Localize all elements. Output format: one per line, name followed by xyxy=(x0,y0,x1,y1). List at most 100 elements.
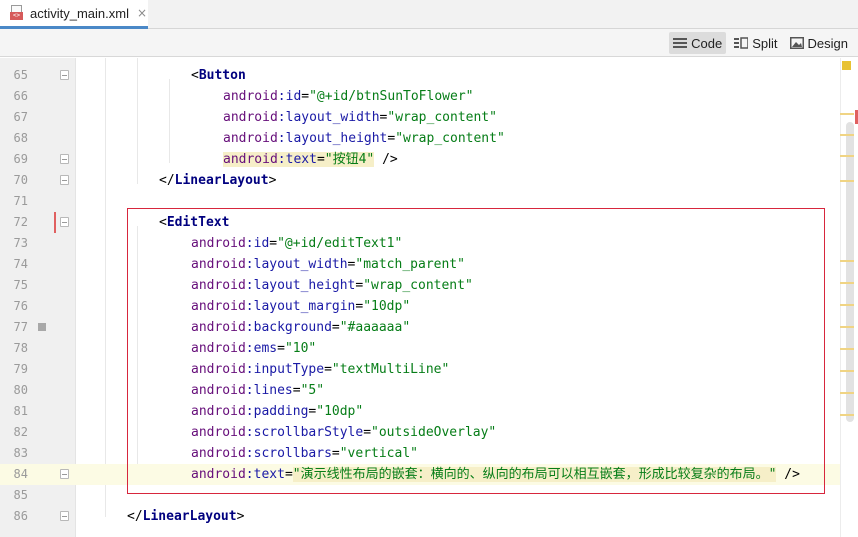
warning-marker[interactable] xyxy=(840,414,854,416)
code-token: Button xyxy=(198,68,246,83)
code-text: </LinearLayout> xyxy=(127,506,244,527)
code-line[interactable]: 74 android:layout_width="match_parent" xyxy=(0,254,840,275)
warning-indicator-icon[interactable] xyxy=(842,61,851,70)
warning-marker[interactable] xyxy=(840,155,854,157)
code-text: android:text="按钮4" /> xyxy=(223,149,398,170)
code-text: android:background="#aaaaaa" xyxy=(191,317,410,338)
line-number: 76 xyxy=(13,299,28,313)
code-text: android:id="@+id/btnSunToFlower" xyxy=(223,86,473,107)
warning-marker[interactable] xyxy=(840,304,854,306)
close-icon[interactable]: × xyxy=(137,6,147,20)
design-mode-button[interactable]: Design xyxy=(786,32,852,54)
code-line[interactable]: 68 android:layout_height="wrap_content" xyxy=(0,128,840,149)
fold-toggle-icon[interactable] xyxy=(60,217,69,227)
line-number: 84 xyxy=(13,467,28,481)
warning-marker[interactable] xyxy=(840,180,854,182)
code-line[interactable]: 75 android:layout_height="wrap_content" xyxy=(0,275,840,296)
image-icon xyxy=(789,37,804,49)
line-number: 80 xyxy=(13,383,28,397)
warning-marker[interactable] xyxy=(840,370,854,372)
split-mode-button[interactable]: Split xyxy=(730,32,781,54)
line-number: 86 xyxy=(13,509,28,523)
code-token: "10" xyxy=(284,341,317,356)
code-token: :scrollbars xyxy=(245,446,332,461)
line-number: 67 xyxy=(13,110,28,124)
code-token: android xyxy=(223,131,278,146)
code-line[interactable]: 67 android:layout_width="wrap_content" xyxy=(0,107,840,128)
code-line[interactable]: 79 android:inputType="textMultiLine" xyxy=(0,359,840,380)
code-token: </ xyxy=(159,173,175,188)
code-line[interactable]: 72 <EditText xyxy=(0,212,840,233)
code-line[interactable]: 82 android:scrollbarStyle="outsideOverlay… xyxy=(0,422,840,443)
warning-marker[interactable] xyxy=(840,282,854,284)
code-token: :background xyxy=(245,320,332,335)
code-token: /> xyxy=(374,152,398,167)
code-line[interactable]: 66 android:id="@+id/btnSunToFlower" xyxy=(0,86,840,107)
code-line[interactable]: 69 android:text="按钮4" /> xyxy=(0,149,840,170)
code-line[interactable]: 76 android:layout_margin="10dp" xyxy=(0,296,840,317)
code-token: = xyxy=(331,446,340,461)
code-token: > xyxy=(268,173,277,188)
code-token: :text xyxy=(245,467,285,482)
code-token: android xyxy=(191,236,246,251)
code-token: android xyxy=(191,341,246,356)
warning-marker[interactable] xyxy=(840,134,854,136)
code-token: "#aaaaaa" xyxy=(339,320,411,335)
code-line[interactable]: 81 android:padding="10dp" xyxy=(0,401,840,422)
warning-marker[interactable] xyxy=(840,392,854,394)
xml-file-icon: <> xyxy=(10,5,24,21)
code-text: android:layout_margin="10dp" xyxy=(191,296,410,317)
line-number: 71 xyxy=(13,194,28,208)
code-token: "vertical" xyxy=(339,446,418,461)
code-text: android:ems="10" xyxy=(191,338,316,359)
code-line[interactable]: 86 </LinearLayout> xyxy=(0,506,840,527)
code-token: :layout_margin xyxy=(245,299,356,314)
code-text: android:text="演示线性布局的嵌套：横向的、纵向的布局可以相互嵌套，… xyxy=(191,464,800,485)
code-token: android xyxy=(191,320,246,335)
code-token: android xyxy=(191,383,246,398)
code-mode-button[interactable]: Code xyxy=(669,32,727,54)
line-number: 74 xyxy=(13,257,28,271)
code-line[interactable]: 78 android:ems="10" xyxy=(0,338,840,359)
code-text: android:layout_height="wrap_content" xyxy=(191,275,473,296)
code-line-current[interactable]: 84 android:text="演示线性布局的嵌套：横向的、纵向的布局可以相互嵌… xyxy=(0,464,840,485)
code-text: <Button xyxy=(191,65,246,86)
code-token: "textMultiLine" xyxy=(331,362,450,377)
code-token: = xyxy=(292,383,301,398)
warning-marker[interactable] xyxy=(840,260,854,262)
fold-toggle-icon[interactable] xyxy=(60,70,69,80)
code-token: android xyxy=(223,152,278,167)
code-line[interactable]: 70 </LinearLayout> xyxy=(0,170,840,191)
warning-marker[interactable] xyxy=(840,348,854,350)
scrollbar-thumb[interactable] xyxy=(846,122,854,422)
code-token: android xyxy=(191,425,246,440)
code-token: "@+id/btnSunToFlower" xyxy=(309,89,474,104)
code-text: android:scrollbars="vertical" xyxy=(191,443,418,464)
code-line[interactable]: 83 android:scrollbars="vertical" xyxy=(0,443,840,464)
code-token: :padding xyxy=(245,404,309,419)
code-line[interactable]: 65 <Button xyxy=(0,65,840,86)
fold-toggle-icon[interactable] xyxy=(60,469,69,479)
code-line[interactable]: 77 android:background="#aaaaaa" xyxy=(0,317,840,338)
code-token: "10dp" xyxy=(316,404,364,419)
code-line[interactable]: 80 android:lines="5" xyxy=(0,380,840,401)
code-line[interactable]: 71 xyxy=(0,191,840,212)
code-token: "10dp" xyxy=(363,299,411,314)
code-token: EditText xyxy=(166,215,230,230)
code-line[interactable]: 85 xyxy=(0,485,840,506)
code-editor[interactable]: 65 <Button 66 android:id="@+id/btnSunToFlow… xyxy=(0,58,858,537)
breakpoint-marker-icon[interactable] xyxy=(38,323,46,331)
line-number: 70 xyxy=(13,173,28,187)
fold-toggle-icon[interactable] xyxy=(60,154,69,164)
tab-activity-main[interactable]: <> activity_main.xml × xyxy=(0,0,148,29)
code-token: = xyxy=(269,236,278,251)
warning-marker[interactable] xyxy=(840,113,854,115)
code-text: android:layout_height="wrap_content" xyxy=(223,128,505,149)
code-token: :ems xyxy=(245,341,278,356)
code-line[interactable]: 73 android:id="@+id/editText1" xyxy=(0,233,840,254)
fold-toggle-icon[interactable] xyxy=(60,175,69,185)
line-number: 81 xyxy=(13,404,28,418)
fold-toggle-icon[interactable] xyxy=(60,511,69,521)
code-token: > xyxy=(236,509,245,524)
warning-marker[interactable] xyxy=(840,326,854,328)
